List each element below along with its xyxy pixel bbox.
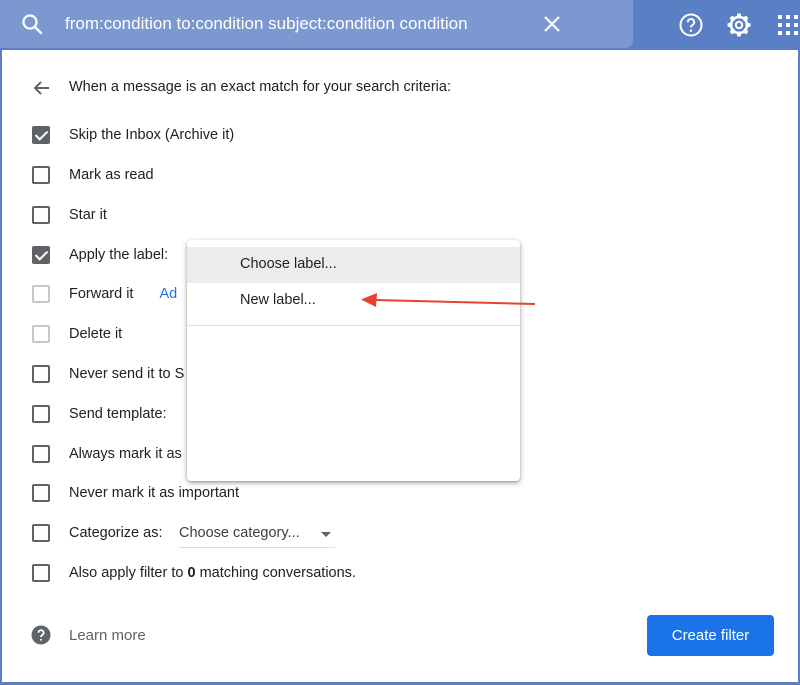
option-label: Apply the label: <box>69 247 169 263</box>
settings-icon[interactable] <box>726 12 752 38</box>
search-query[interactable]: from:condition to:condition subject:cond… <box>65 0 468 48</box>
back-arrow-icon[interactable] <box>32 78 52 98</box>
apply-existing-suffix: matching conversations. <box>195 565 356 581</box>
mark-read-checkbox[interactable] <box>32 166 50 184</box>
never-important-checkbox[interactable] <box>32 484 50 502</box>
skip-inbox-checkbox[interactable] <box>32 126 50 144</box>
option-categorize: Categorize as: Choose category... <box>2 522 602 548</box>
create-filter-button[interactable]: Create filter <box>647 615 774 656</box>
matching-count: 0 <box>187 565 196 581</box>
option-label: Never mark it as important <box>69 485 240 501</box>
help-circle-icon <box>31 625 51 645</box>
send-template-checkbox[interactable] <box>32 405 50 423</box>
learn-more-link[interactable]: Learn more <box>69 627 146 644</box>
option-mark-read: Mark as read <box>2 164 602 188</box>
search-box[interactable]: from:condition to:condition subject:cond… <box>0 0 633 48</box>
category-select[interactable]: Choose category... <box>179 522 335 548</box>
categorize-checkbox[interactable] <box>32 524 50 542</box>
annotation-arrow-icon <box>361 293 536 307</box>
add-forwarding-link[interactable]: Ad <box>160 286 178 302</box>
always-important-checkbox[interactable] <box>32 445 50 463</box>
top-bar: from:condition to:condition subject:cond… <box>0 0 800 48</box>
caret-down-icon <box>321 532 331 537</box>
apply-existing-checkbox[interactable] <box>32 564 50 582</box>
apply-label-checkbox[interactable] <box>32 246 50 264</box>
option-label: Forward it Ad <box>69 286 177 302</box>
search-icon[interactable] <box>20 12 44 36</box>
option-label: Star it <box>69 207 107 223</box>
option-label: Send template: <box>69 406 167 422</box>
option-label: Categorize as: <box>69 525 163 541</box>
apps-icon[interactable] <box>777 14 799 36</box>
option-label: Skip the Inbox (Archive it) <box>69 127 235 143</box>
label-dropdown-menu: Choose label... New label... <box>187 240 520 481</box>
option-label: Also apply filter to 0 matching conversa… <box>69 565 356 581</box>
forward-label: Forward it <box>69 286 134 302</box>
help-icon[interactable] <box>678 12 704 38</box>
option-label: Delete it <box>69 326 123 342</box>
menu-item-choose-label[interactable]: Choose label... <box>187 247 520 283</box>
star-checkbox[interactable] <box>32 206 50 224</box>
option-never-important: Never mark it as important <box>2 482 602 506</box>
never-spam-checkbox[interactable] <box>32 365 50 383</box>
category-select-value: Choose category... <box>179 525 300 541</box>
option-label: Always mark it as <box>69 446 182 462</box>
menu-divider <box>187 325 520 326</box>
close-icon[interactable] <box>540 12 564 36</box>
menu-item-label: New label... <box>240 292 316 308</box>
menu-item-label: Choose label... <box>240 256 337 272</box>
option-label: Never send it to S <box>69 366 185 382</box>
filter-heading: When a message is an exact match for you… <box>69 79 451 95</box>
apply-existing-prefix: Also apply filter to <box>69 565 188 581</box>
option-label: Mark as read <box>69 167 154 183</box>
option-star: Star it <box>2 204 602 228</box>
option-skip-inbox: Skip the Inbox (Archive it) <box>2 124 602 148</box>
delete-checkbox[interactable] <box>32 325 50 343</box>
option-apply-existing: Also apply filter to 0 matching conversa… <box>2 562 602 586</box>
forward-checkbox[interactable] <box>32 285 50 303</box>
